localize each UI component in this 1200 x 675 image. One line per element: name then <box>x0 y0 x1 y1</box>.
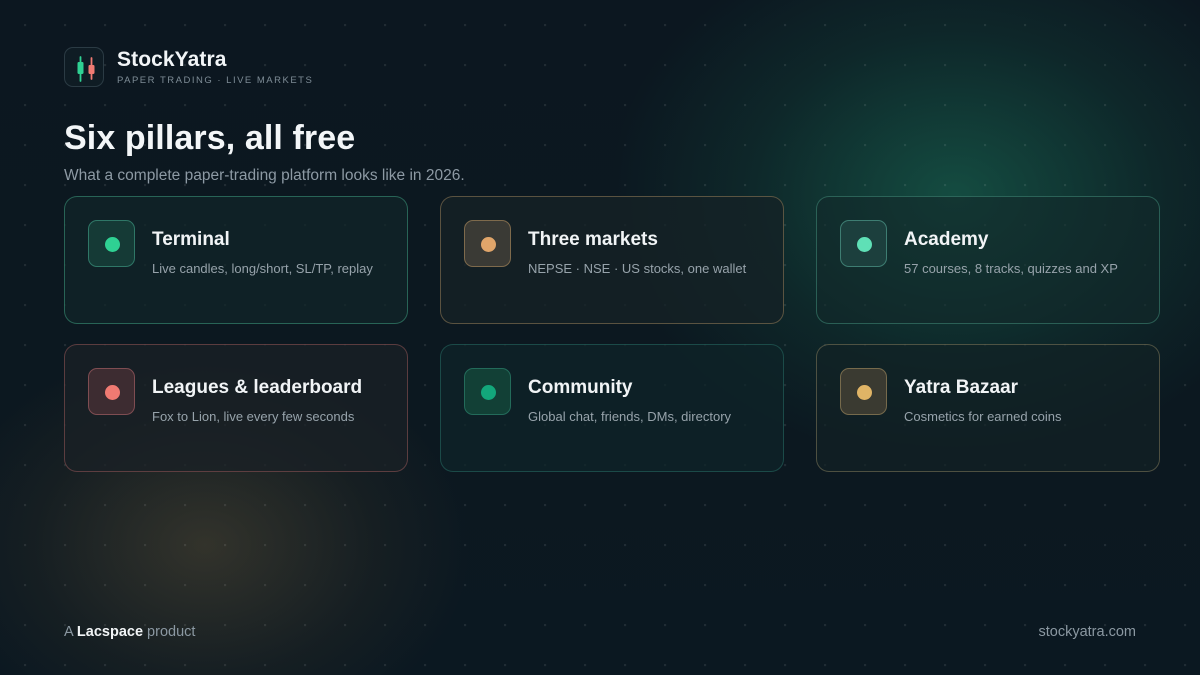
dot-icon <box>88 220 135 267</box>
dot-icon <box>840 368 887 415</box>
pillar-card-yatra-bazaar: Yatra Bazaar Cosmetics for earned coins <box>816 344 1160 472</box>
dot-grid-background <box>0 0 1200 675</box>
pillar-title: Academy <box>904 229 989 250</box>
pillar-description: Live candles, long/short, SL/TP, replay <box>152 261 373 276</box>
pillar-card-community: Community Global chat, friends, DMs, dir… <box>440 344 784 472</box>
page-subtitle: What a complete paper-trading platform l… <box>64 167 465 184</box>
pillar-title: Leagues & leaderboard <box>152 377 363 398</box>
pillar-description: NEPSE · NSE · US stocks, one wallet <box>528 261 747 276</box>
pillar-title: Yatra Bazaar <box>904 377 1019 398</box>
pillar-card-leagues: Leagues & leaderboard Fox to Lion, live … <box>64 344 408 472</box>
footer-website-link[interactable]: stockyatra.com <box>964 623 1137 641</box>
dot-icon <box>840 220 887 267</box>
pillar-title: Community <box>528 377 633 398</box>
footer-suffix: product <box>147 624 196 640</box>
brand: StockYatra PAPER TRADING · LIVE MARKETS <box>64 47 313 87</box>
pillar-description: Fox to Lion, live every few seconds <box>152 409 355 424</box>
pillar-description: Cosmetics for earned coins <box>904 409 1062 424</box>
pillar-card-terminal: Terminal Live candles, long/short, SL/TP… <box>64 196 408 324</box>
dot-icon <box>464 368 511 415</box>
pillar-title: Three markets <box>528 229 658 250</box>
company-name: Lacspace <box>76 624 144 640</box>
page-title: Six pillars, all free <box>64 119 356 157</box>
pillar-card-academy: Academy 57 courses, 8 tracks, quizzes an… <box>816 196 1160 324</box>
pillar-title: Terminal <box>152 229 230 250</box>
pillar-card-three-markets: Three markets NEPSE · NSE · US stocks, o… <box>440 196 784 324</box>
brand-tagline: PAPER TRADING · LIVE MARKETS <box>117 74 314 86</box>
candlestick-icon <box>64 47 104 87</box>
footer-prefix: A <box>64 624 73 640</box>
footer-credit: A Lacspace product <box>64 623 195 641</box>
pillar-description: 57 courses, 8 tracks, quizzes and XP <box>904 261 1118 276</box>
dot-icon <box>464 220 511 267</box>
dot-icon <box>88 368 135 415</box>
pillar-description: Global chat, friends, DMs, directory <box>528 409 732 424</box>
brand-name: StockYatra <box>117 47 227 71</box>
